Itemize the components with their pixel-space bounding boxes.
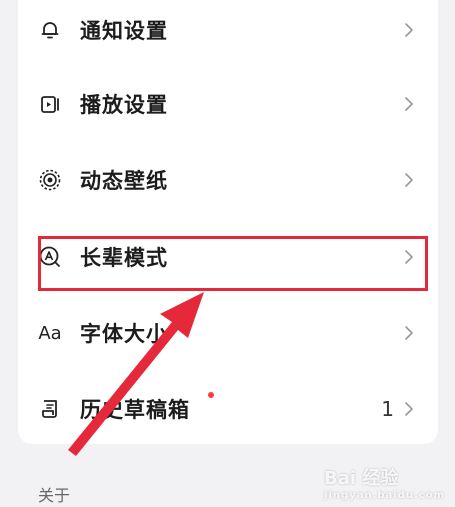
chevron-right-icon <box>405 250 413 264</box>
baidu-jingyan-watermark: Bai 经验 jingyan.baidu.com <box>324 468 445 501</box>
elder-mode-icon <box>38 245 62 269</box>
settings-item-label: 通知设置 <box>80 19 168 43</box>
settings-item-label: 播放设置 <box>80 93 168 117</box>
chevron-right-icon <box>405 326 413 340</box>
settings-item-elder-mode[interactable]: 长辈模式 <box>18 220 438 294</box>
play-settings-icon <box>38 92 62 116</box>
chevron-right-icon <box>405 173 413 187</box>
settings-item-label: 字体大小 <box>80 322 168 346</box>
bell-icon <box>38 18 62 42</box>
settings-item-live-wallpaper[interactable]: 动态壁纸 <box>18 143 438 217</box>
chevron-right-icon <box>405 402 413 416</box>
section-title-about: 关于 <box>38 486 71 505</box>
drafts-icon <box>38 397 62 421</box>
chevron-right-icon <box>405 97 413 111</box>
settings-item-label: 长辈模式 <box>80 246 168 270</box>
settings-item-drafts[interactable]: 历史草稿箱 1 <box>18 372 438 446</box>
font-size-icon: Aa <box>38 322 62 344</box>
drafts-count: 1 <box>381 397 394 421</box>
settings-card: 通知设置 播放设置 动态壁纸 长辈模式 Aa 字体大小 历史草稿箱 1 <box>18 0 438 444</box>
settings-item-label: 动态壁纸 <box>80 169 168 193</box>
live-wallpaper-icon <box>38 168 62 192</box>
settings-item-notifications[interactable]: 通知设置 <box>18 0 438 67</box>
settings-item-label: 历史草稿箱 <box>80 398 190 422</box>
chevron-right-icon <box>405 23 413 37</box>
settings-item-playback[interactable]: 播放设置 <box>18 67 438 141</box>
settings-item-font-size[interactable]: Aa 字体大小 <box>18 296 438 370</box>
new-badge-dot <box>208 392 214 398</box>
